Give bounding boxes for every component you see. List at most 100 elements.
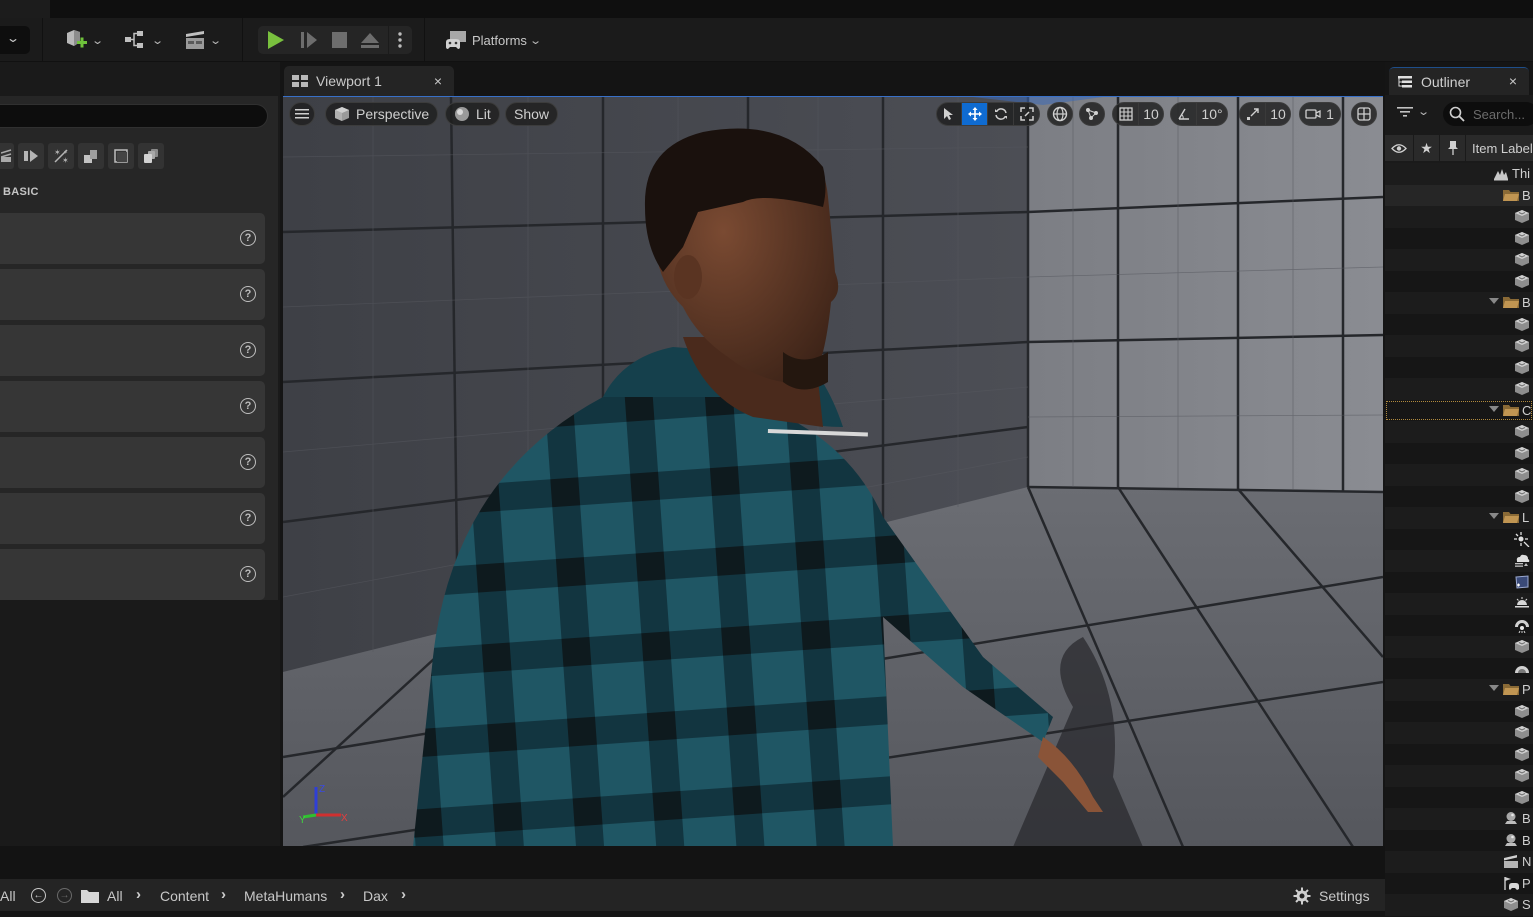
level-viewport[interactable]: Z X Y Perspective Lit Show 10 10° 10 1 — [283, 96, 1383, 846]
arrow-left-circle-icon[interactable]: ← — [31, 888, 46, 903]
blueprint-button[interactable]: ⌄ — [124, 26, 164, 54]
outliner-actor-row[interactable] — [1385, 378, 1533, 400]
mode-dropdown[interactable]: ⌄ — [0, 26, 30, 54]
help-icon[interactable]: ? — [240, 566, 256, 582]
help-icon[interactable]: ? — [240, 230, 256, 246]
viewport-options-button[interactable] — [289, 102, 315, 126]
outliner-folder-row[interactable]: C — [1385, 399, 1533, 421]
surface-snapping-toggle[interactable] — [1079, 102, 1105, 126]
item-label-column[interactable]: Item Label — [1466, 141, 1533, 156]
chevron-right-icon[interactable]: › — [221, 886, 226, 903]
actor-list-item[interactable]: ? — [0, 437, 265, 488]
eject-button[interactable] — [359, 29, 381, 51]
world-local-toggle[interactable] — [1047, 102, 1073, 126]
outliner-folder-row[interactable]: P — [1385, 679, 1533, 701]
visibility-column[interactable] — [1385, 135, 1414, 161]
outliner-actor-row[interactable]: S — [1385, 894, 1533, 916]
platforms-button[interactable]: Platforms ⌄ — [444, 26, 542, 54]
outliner-folder-row[interactable]: L — [1385, 507, 1533, 529]
advance-frame-button[interactable] — [298, 29, 320, 51]
outliner-actor-row[interactable] — [1385, 765, 1533, 787]
help-icon[interactable]: ? — [240, 510, 256, 526]
camera-speed-group[interactable]: 1 — [1299, 102, 1341, 126]
outliner-actor-row[interactable] — [1385, 249, 1533, 271]
play-button[interactable] — [264, 29, 288, 51]
rotation-snap-value[interactable]: 10° — [1197, 103, 1227, 125]
scale-snap-value[interactable]: 10 — [1266, 103, 1290, 125]
category-geometry[interactable] — [78, 143, 104, 169]
outliner-actor-row[interactable] — [1385, 743, 1533, 765]
outliner-actor-row[interactable] — [1385, 571, 1533, 593]
outliner-actor-row[interactable] — [1385, 464, 1533, 486]
outliner-actor-row[interactable] — [1385, 356, 1533, 378]
outliner-actor-row[interactable] — [1385, 614, 1533, 636]
outliner-actor-row[interactable] — [1385, 700, 1533, 722]
outliner-actor-row[interactable]: Thi — [1385, 163, 1533, 185]
outliner-actor-row[interactable] — [1385, 335, 1533, 357]
outliner-search-input[interactable]: Search... — [1443, 102, 1533, 126]
favorite-column[interactable]: ★ — [1414, 135, 1440, 161]
outliner-actor-row[interactable] — [1385, 636, 1533, 658]
actor-list-item[interactable]: ? — [0, 269, 265, 320]
breadcrumb-metahumans[interactable]: MetaHumans — [244, 888, 327, 904]
category-visual-effects[interactable] — [18, 143, 44, 169]
arrow-right-circle-icon[interactable]: → — [57, 888, 72, 903]
tab-viewport-1[interactable]: Viewport 1 × — [284, 66, 454, 96]
actor-list-item[interactable]: ? — [0, 549, 265, 600]
scale-tool-button[interactable] — [1014, 103, 1039, 125]
outliner-actor-row[interactable] — [1385, 206, 1533, 228]
outliner-folder-row[interactable]: B — [1385, 184, 1533, 206]
outliner-actor-row[interactable] — [1385, 528, 1533, 550]
breadcrumb-dax[interactable]: Dax — [363, 888, 388, 904]
pin-column[interactable] — [1440, 135, 1466, 161]
category-particles[interactable]: ✶ ✶ ✶ — [48, 143, 74, 169]
chevron-right-icon[interactable]: › — [401, 886, 406, 903]
outliner-filter-button[interactable]: ⌄ — [1397, 105, 1430, 118]
outliner-actor-row[interactable] — [1385, 227, 1533, 249]
category-cinematic[interactable] — [0, 143, 14, 169]
scale-snap-toggle[interactable] — [1240, 103, 1266, 125]
outliner-actor-row[interactable] — [1385, 786, 1533, 808]
tab-outliner[interactable]: Outliner × — [1389, 67, 1529, 95]
place-actors-search-input[interactable] — [0, 104, 268, 128]
help-icon[interactable]: ? — [240, 398, 256, 414]
play-options-button[interactable] — [394, 29, 406, 51]
breadcrumb-all[interactable]: All — [107, 888, 123, 904]
expand-triangle-icon[interactable] — [1489, 405, 1499, 412]
outliner-actor-row[interactable]: B — [1385, 829, 1533, 851]
close-icon[interactable]: × — [1509, 73, 1517, 89]
close-icon[interactable]: × — [434, 73, 442, 89]
outliner-actor-row[interactable] — [1385, 485, 1533, 507]
settings-button[interactable]: Settings — [1293, 887, 1370, 905]
breadcrumb-content[interactable]: Content — [160, 888, 209, 904]
outliner-actor-row[interactable] — [1385, 313, 1533, 335]
stop-button[interactable] — [329, 29, 351, 51]
outliner-folder-row[interactable]: B — [1385, 292, 1533, 314]
outliner-actor-row[interactable] — [1385, 657, 1533, 679]
outliner-actor-row[interactable]: N — [1385, 851, 1533, 873]
select-tool-button[interactable] — [937, 103, 962, 125]
actor-list-item[interactable]: ? — [0, 213, 265, 264]
chevron-right-icon[interactable]: › — [340, 886, 345, 903]
show-dropdown[interactable]: Show — [505, 102, 559, 126]
category-volumes[interactable] — [108, 143, 134, 169]
outliner-actor-row[interactable]: B — [1385, 808, 1533, 830]
actor-list-item[interactable]: ? — [0, 381, 265, 432]
viewport-layout-button[interactable] — [1351, 102, 1377, 126]
grid-snap-toggle[interactable] — [1113, 103, 1139, 125]
outliner-actor-row[interactable] — [1385, 593, 1533, 615]
add-actor-button[interactable]: ⌄ — [64, 26, 104, 54]
actor-list-item[interactable]: ? — [0, 325, 265, 376]
grid-snap-value[interactable]: 10 — [1139, 103, 1163, 125]
outliner-actor-row[interactable] — [1385, 550, 1533, 572]
cinematics-button[interactable]: ⌄ — [184, 26, 222, 54]
help-icon[interactable]: ? — [240, 454, 256, 470]
help-icon[interactable]: ? — [240, 342, 256, 358]
outliner-actor-row[interactable]: P — [1385, 872, 1533, 894]
expand-triangle-icon[interactable] — [1489, 513, 1499, 519]
lit-dropdown[interactable]: Lit — [445, 102, 500, 126]
actor-list-item[interactable]: ? — [0, 493, 265, 544]
rotate-tool-button[interactable] — [988, 103, 1014, 125]
help-icon[interactable]: ? — [240, 286, 256, 302]
rotation-snap-toggle[interactable] — [1171, 103, 1197, 125]
